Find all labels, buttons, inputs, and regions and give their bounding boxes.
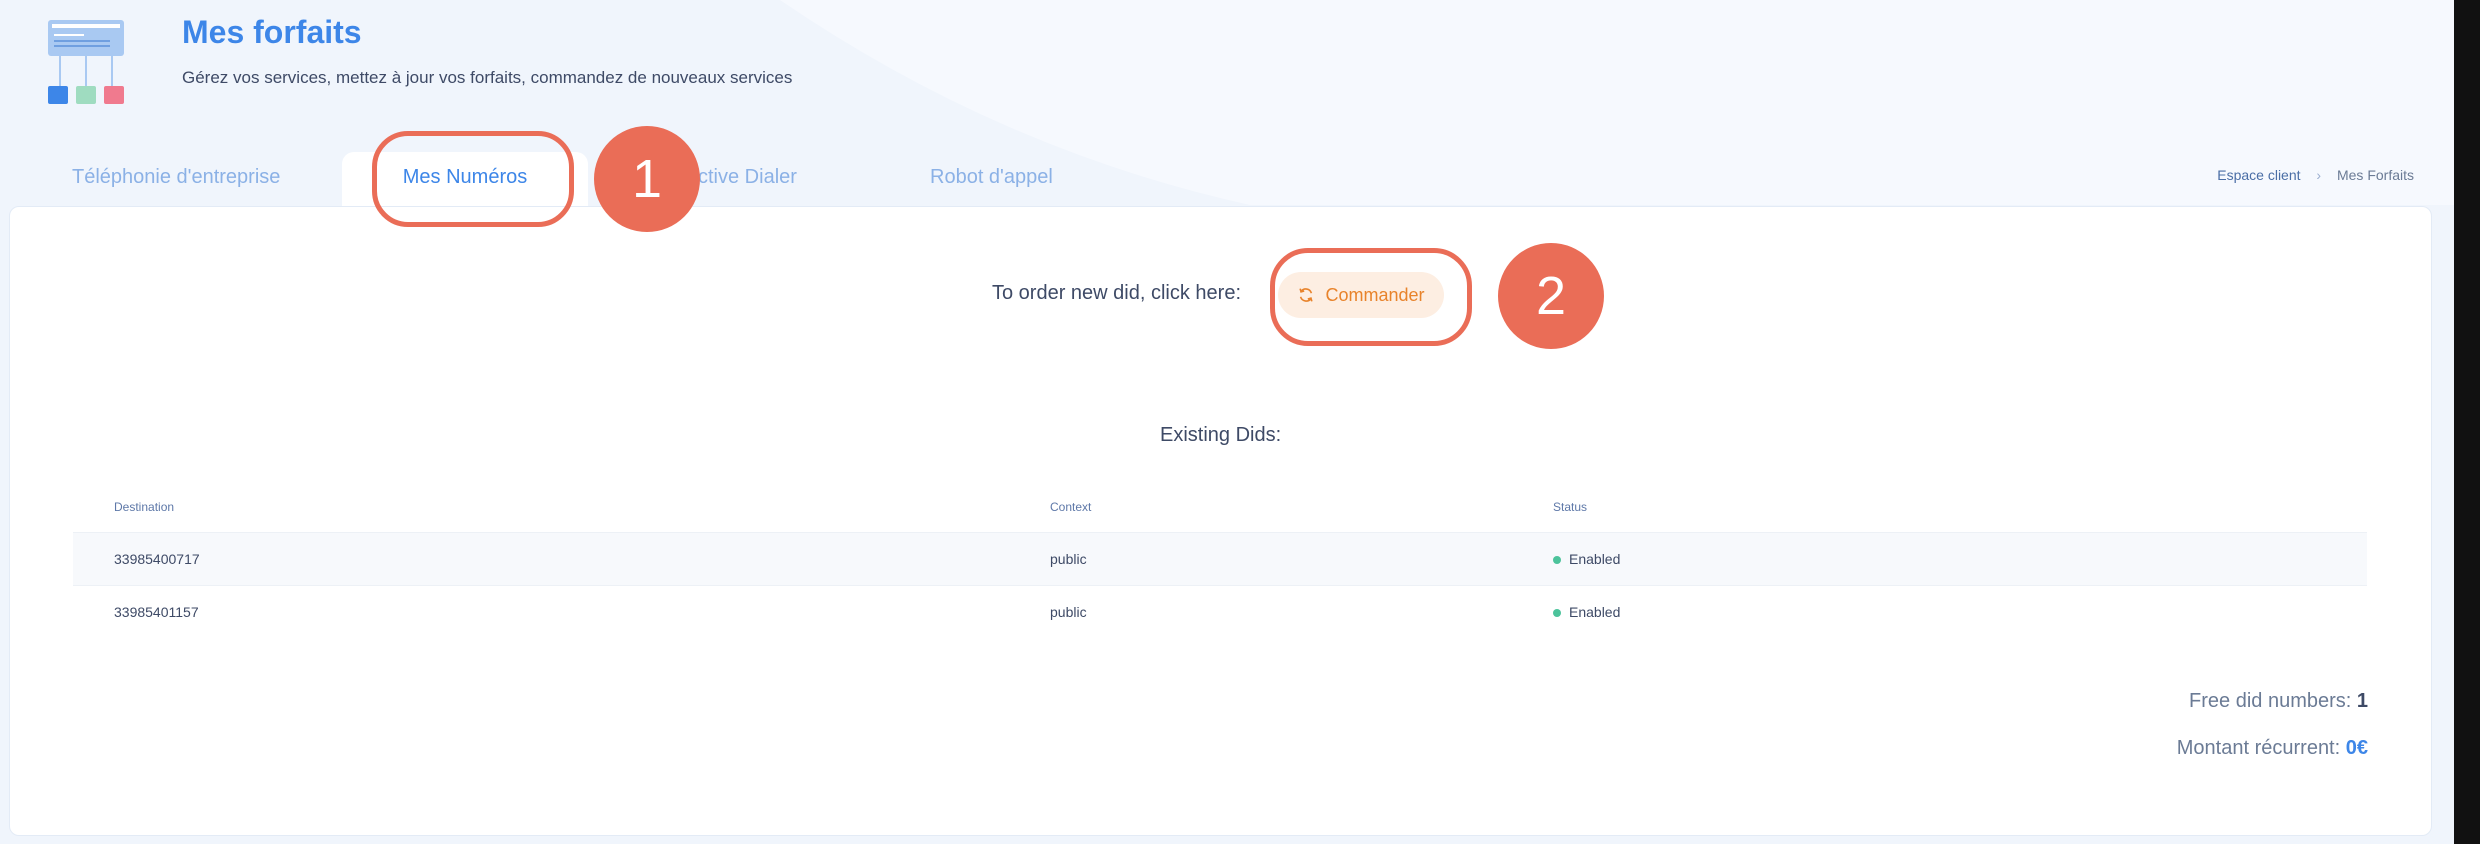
recurring-amount-label: Montant récurrent: — [2176, 737, 2341, 759]
window-edge — [2454, 0, 2480, 844]
table-row: 33985400717 public Enabled — [73, 532, 2367, 585]
status-dot-icon — [1553, 556, 1561, 565]
breadcrumb: Espace client › Mes Forfaits — [2217, 167, 2414, 183]
annotation-badge-1: 1 — [594, 126, 700, 232]
status-label: Enabled — [1569, 551, 1621, 567]
table-header: Destination Context Status — [73, 492, 2367, 532]
annotation-ring-tab — [372, 131, 574, 227]
cell-status: Enabled — [1553, 551, 1620, 567]
status-dot-icon — [1553, 609, 1561, 618]
table-row: 33985401157 public Enabled — [73, 585, 2367, 638]
cell-status: Enabled — [1553, 604, 1620, 620]
recurring-amount-value: 0€ — [2345, 737, 2368, 759]
tab-telephonie-entreprise[interactable]: Téléphonie d'entreprise — [72, 152, 280, 206]
annotation-badge-2: 2 — [1498, 243, 1604, 349]
tab-robot-appel[interactable]: Robot d'appel — [930, 152, 1053, 206]
cell-destination: 33985400717 — [114, 551, 200, 567]
existing-dids-title: Existing Dids: — [1160, 424, 1282, 446]
column-header-destination: Destination — [114, 500, 175, 514]
cell-destination: 33985401157 — [114, 604, 199, 620]
breadcrumb-separator: › — [2316, 167, 2322, 183]
cell-context: public — [1050, 604, 1087, 620]
column-header-context: Context — [1050, 500, 1092, 514]
dids-table: Destination Context Status 33985400717 p… — [73, 492, 2367, 638]
free-did-summary: Free did numbers: 1 — [2189, 690, 2368, 713]
column-header-status: Status — [1553, 500, 1588, 514]
page-subtitle: Gérez vos services, mettez à jour vos fo… — [182, 68, 793, 87]
status-label: Enabled — [1569, 604, 1621, 620]
recurring-amount-summary: Montant récurrent: 0€ — [2177, 737, 2368, 760]
breadcrumb-home-link[interactable]: Espace client — [2217, 167, 2300, 183]
free-did-value: 1 — [2356, 690, 2368, 712]
cell-context: public — [1050, 551, 1087, 567]
tab-predictive-dialer[interactable]: ctive Dialer — [698, 152, 797, 206]
annotation-ring-commander — [1270, 248, 1472, 346]
free-did-label: Free did numbers: — [2189, 690, 2352, 712]
breadcrumb-current: Mes Forfaits — [2336, 167, 2414, 183]
order-prompt: To order new did, click here: — [992, 282, 1242, 304]
page-title: Mes forfaits — [182, 14, 362, 50]
services-illustration-icon — [48, 20, 124, 104]
